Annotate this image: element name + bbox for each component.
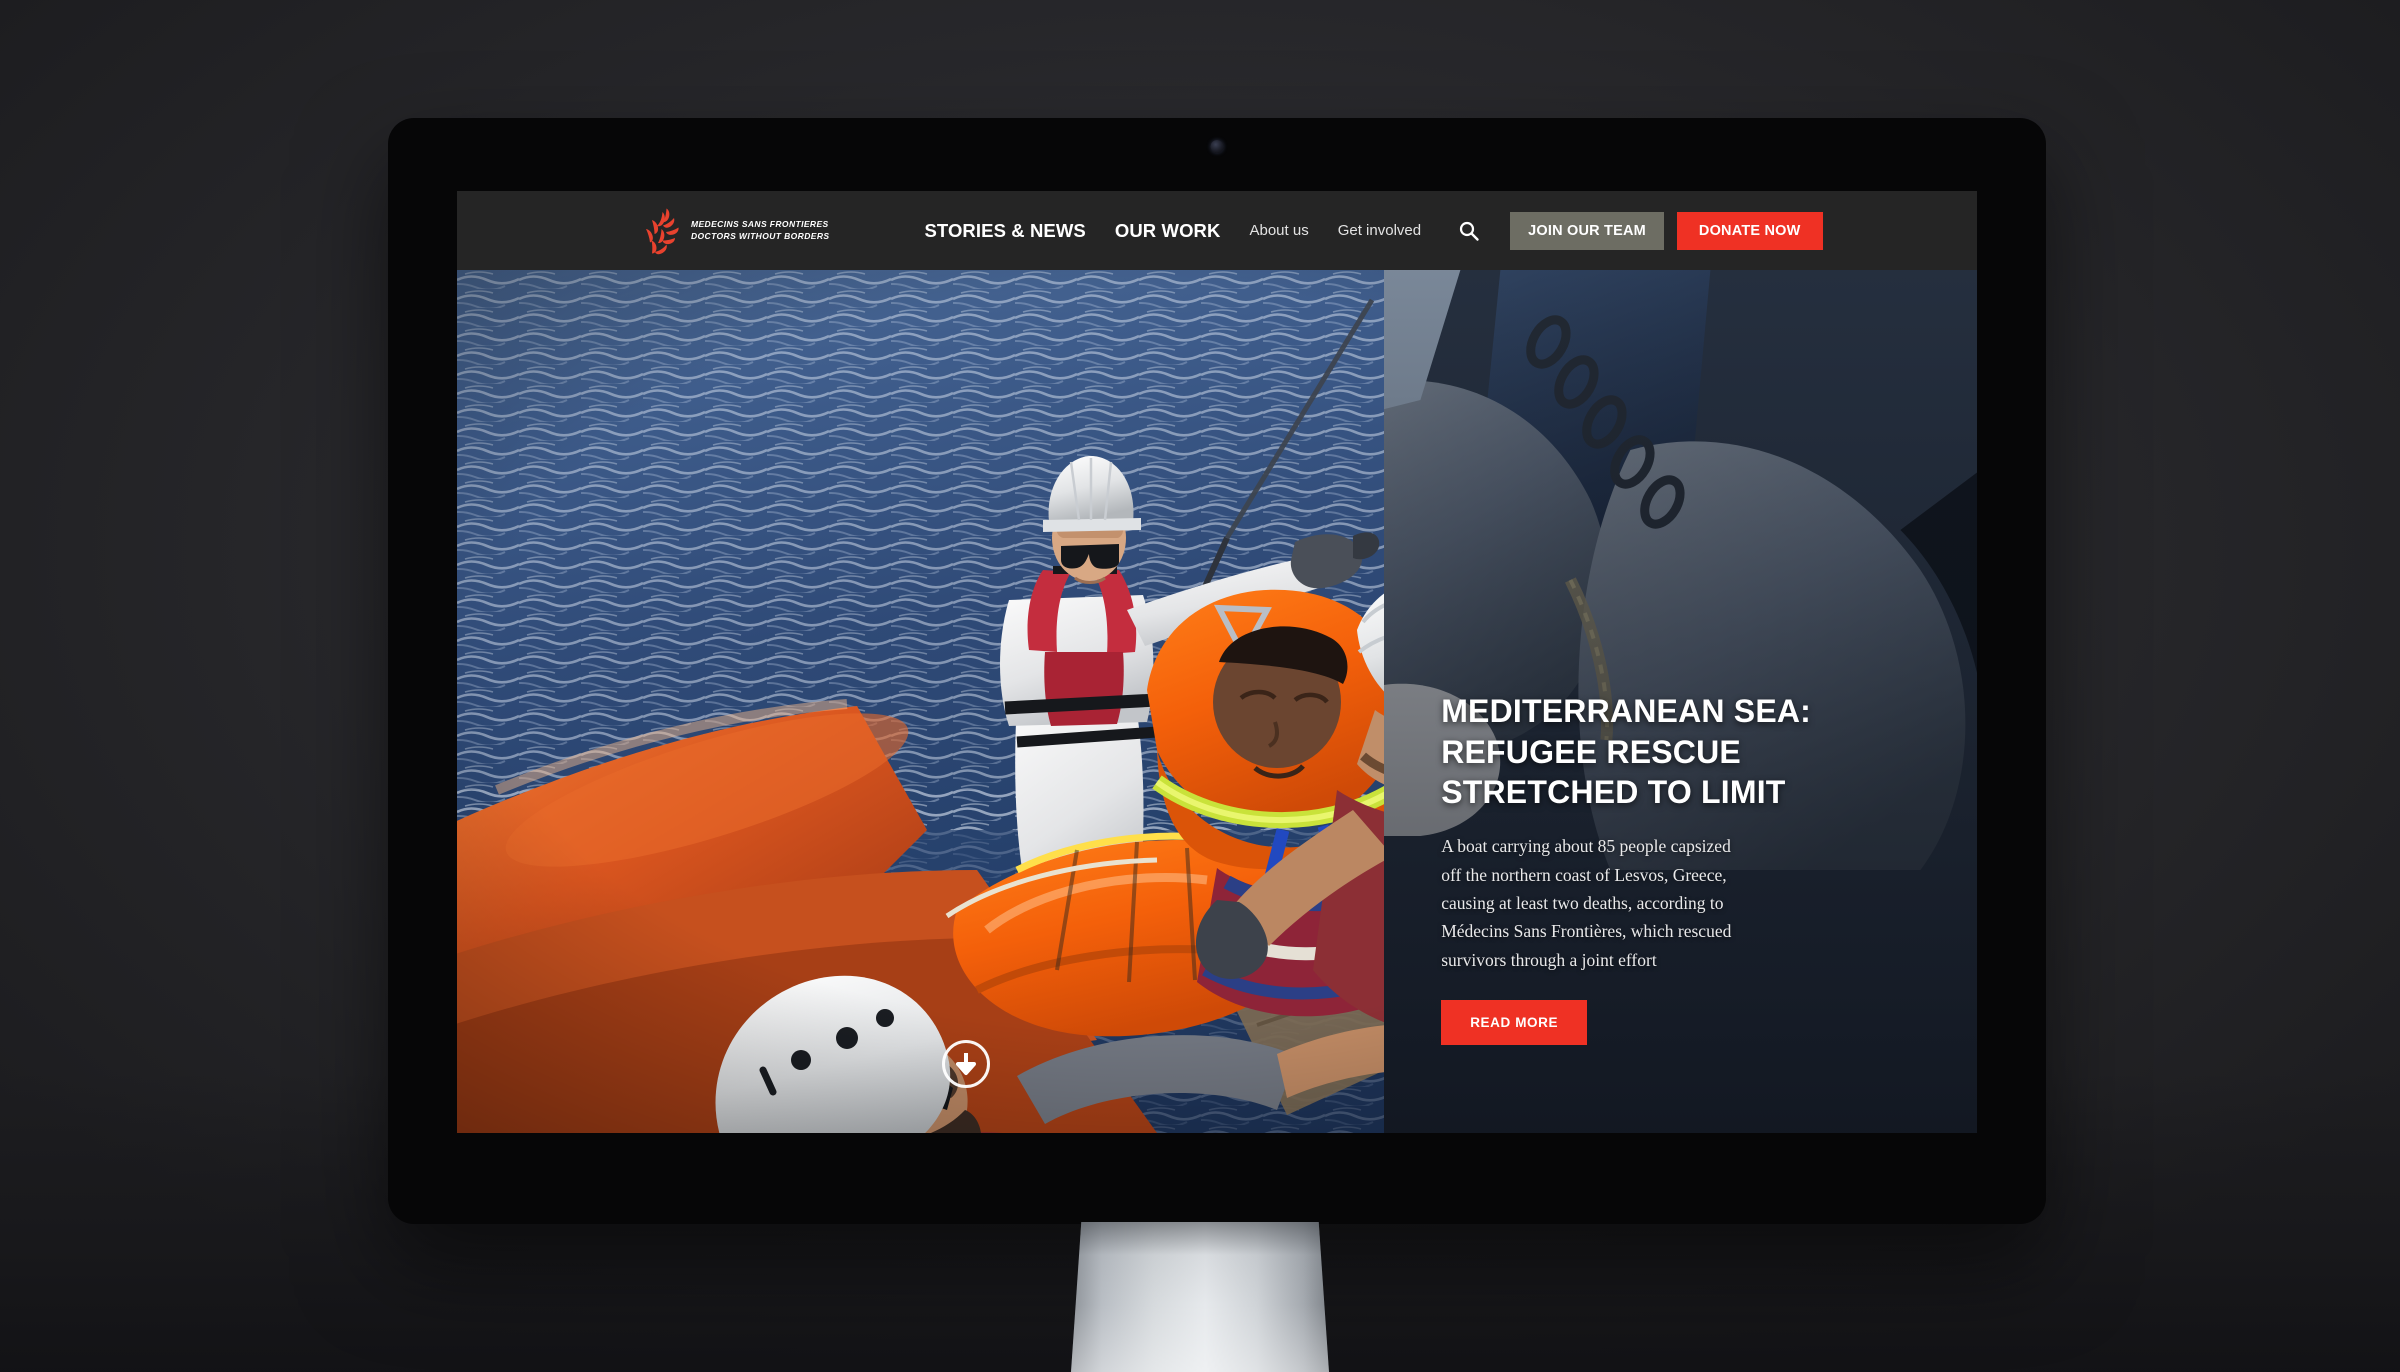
search-icon[interactable]: [1456, 218, 1482, 244]
donate-now-button[interactable]: DONATE NOW: [1676, 211, 1823, 250]
msf-logo-wordmark: MEDECINS SANS FRONTIERES DOCTORS WITHOUT…: [691, 218, 830, 242]
hero-section: MEDITERRANEAN SEA: REFUGEE RESCUE STRETC…: [457, 270, 1977, 1133]
hero-story-panel: MEDITERRANEAN SEA: REFUGEE RESCUE STRETC…: [1384, 270, 1977, 1133]
webcam-icon: [1210, 140, 1224, 153]
read-more-button[interactable]: READ MORE: [1441, 1000, 1588, 1045]
msf-logo-line-1: MEDECINS SANS FRONTIERES: [691, 218, 829, 229]
scroll-down-button[interactable]: [941, 1040, 990, 1088]
msf-running-figure-icon: [646, 208, 679, 254]
msf-logo[interactable]: MEDECINS SANS FRONTIERES DOCTORS WITHOUT…: [642, 207, 829, 255]
primary-navigation: STORIES & NEWS OUR WORK About us Get inv…: [924, 211, 1823, 250]
arrow-down-icon: [955, 1053, 976, 1075]
join-our-team-button[interactable]: JOIN OUR TEAM: [1510, 211, 1664, 250]
monitor-screen: MEDECINS SANS FRONTIERES DOCTORS WITHOUT…: [457, 191, 1977, 1133]
search-glyph: [1459, 221, 1479, 241]
msf-logo-line-2: DOCTORS WITHOUT BORDERS: [691, 230, 830, 241]
monitor-stand: [1071, 1222, 1329, 1372]
nav-item-stories-news[interactable]: STORIES & NEWS: [924, 220, 1085, 242]
header-action-buttons: JOIN OUR TEAM DONATE NOW: [1510, 211, 1823, 250]
nav-item-get-involved[interactable]: Get involved: [1338, 222, 1421, 239]
nav-item-about-us[interactable]: About us: [1249, 222, 1308, 239]
site-header: MEDECINS SANS FRONTIERES DOCTORS WITHOUT…: [457, 191, 1977, 270]
hero-story-content: MEDITERRANEAN SEA: REFUGEE RESCUE STRETC…: [1441, 691, 1937, 1045]
nav-item-our-work[interactable]: OUR WORK: [1115, 220, 1221, 242]
hero-description: A boat carrying about 85 people capsized…: [1441, 836, 1732, 970]
hero-headline: MEDITERRANEAN SEA: REFUGEE RESCUE STRETC…: [1441, 693, 1812, 810]
desktop-monitor: MEDECINS SANS FRONTIERES DOCTORS WITHOUT…: [388, 118, 2046, 1224]
